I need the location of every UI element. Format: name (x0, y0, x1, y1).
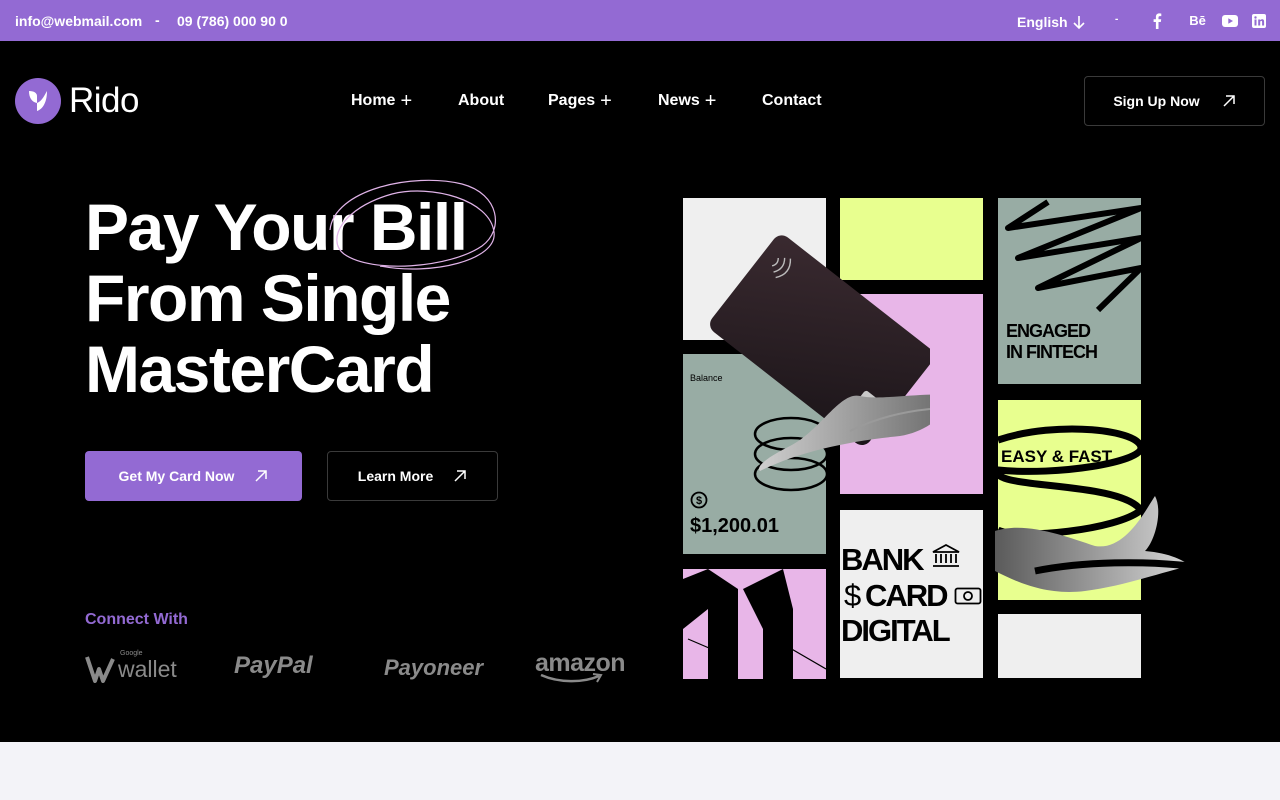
learn-more-button[interactable]: Learn More (327, 451, 498, 501)
plus-icon: + (704, 90, 717, 112)
card-dollar-symbol: $ (844, 578, 862, 613)
payoneer-logo: Payoneer (384, 655, 484, 680)
amazon-logo: amazon (535, 649, 626, 683)
youtube-icon[interactable] (1221, 12, 1238, 29)
bank-text: BANK (841, 542, 925, 577)
engaged-line-2: IN FINTECH (1006, 342, 1098, 362)
contact-email[interactable]: info@webmail.com (15, 13, 142, 29)
behance-icon[interactable]: Bē (1189, 12, 1206, 29)
language-selector[interactable]: English (1017, 14, 1086, 30)
next-section-strip (0, 742, 1280, 800)
svg-text:$: $ (696, 495, 702, 507)
contact-phone[interactable]: 09 (786) 000 90 0 (177, 13, 288, 29)
wallet-wordmark: wallet (118, 656, 177, 682)
abstract-pattern-decoration (683, 569, 826, 679)
get-my-card-button[interactable]: Get My Card Now (85, 451, 302, 501)
nav-item-pages[interactable]: Pages + (548, 90, 612, 112)
nav-item-home[interactable]: Home + (351, 90, 413, 112)
plus-icon: + (600, 90, 612, 112)
nav-item-news[interactable]: News + (658, 90, 717, 112)
sign-up-button[interactable]: Sign Up Now (1084, 76, 1265, 126)
easy-fast-text: EASY & FAST (1001, 447, 1113, 466)
brand-name: Rido (69, 81, 139, 120)
zigzag-scribble-decoration (1005, 199, 1141, 313)
get-my-card-label: Get My Card Now (118, 468, 235, 484)
open-hand-illustration (995, 496, 1191, 592)
scribble-circle-decoration (329, 179, 496, 270)
social-separator: - (1115, 14, 1119, 25)
pattern-tile (683, 569, 826, 679)
engaged-tile: ENGAGED IN FINTECH (998, 198, 1141, 384)
google-wallet-icon (85, 656, 115, 683)
topbar-separator: - (155, 12, 160, 28)
arrow-down-icon (1072, 15, 1085, 29)
hand-holding-card-illustration (710, 235, 930, 471)
logo-mark-icon (15, 78, 61, 124)
engaged-line-1: ENGAGED (1006, 321, 1091, 341)
nav-item-contact[interactable]: Contact (762, 92, 822, 110)
linkedin-icon[interactable] (1250, 12, 1267, 29)
headline-line-3: MasterCard (85, 332, 435, 406)
amazon-smile-icon (540, 673, 603, 683)
google-wordmark: Google (120, 650, 143, 657)
collage-tile-light-small (998, 614, 1141, 678)
arrow-up-right-icon (1223, 95, 1235, 107)
learn-more-label: Learn More (357, 468, 434, 484)
arrow-up-right-icon (255, 470, 268, 482)
balance-amount: $1,200.01 (690, 515, 779, 537)
connect-with-label: Connect With (85, 611, 188, 628)
hero-section: Rido Home + About Pages + News + Contact Si… (0, 41, 1280, 742)
arrow-up-right-icon (454, 470, 466, 482)
bank-icon (932, 543, 960, 567)
dollar-coin-icon: $ (690, 491, 708, 509)
top-bar: info@webmail.com - 09 (786) 000 90 0 Eng… (0, 0, 1280, 41)
site-logo[interactable]: Rido (15, 78, 139, 124)
bank-card-digital-tile: BANK $ CARD DIGITAL (840, 510, 983, 678)
digital-text: DIGITAL (841, 613, 951, 648)
cash-icon (954, 587, 982, 605)
language-label: English (1017, 14, 1068, 30)
facebook-icon[interactable] (1148, 12, 1165, 29)
card-text: CARD (865, 578, 949, 613)
plus-icon: + (400, 90, 413, 112)
google-wallet-logo: Google wallet (85, 650, 177, 683)
paypal-logo: PayPal (234, 652, 313, 679)
sign-up-label: Sign Up Now (1113, 93, 1200, 109)
nav-item-about[interactable]: About (458, 92, 504, 110)
